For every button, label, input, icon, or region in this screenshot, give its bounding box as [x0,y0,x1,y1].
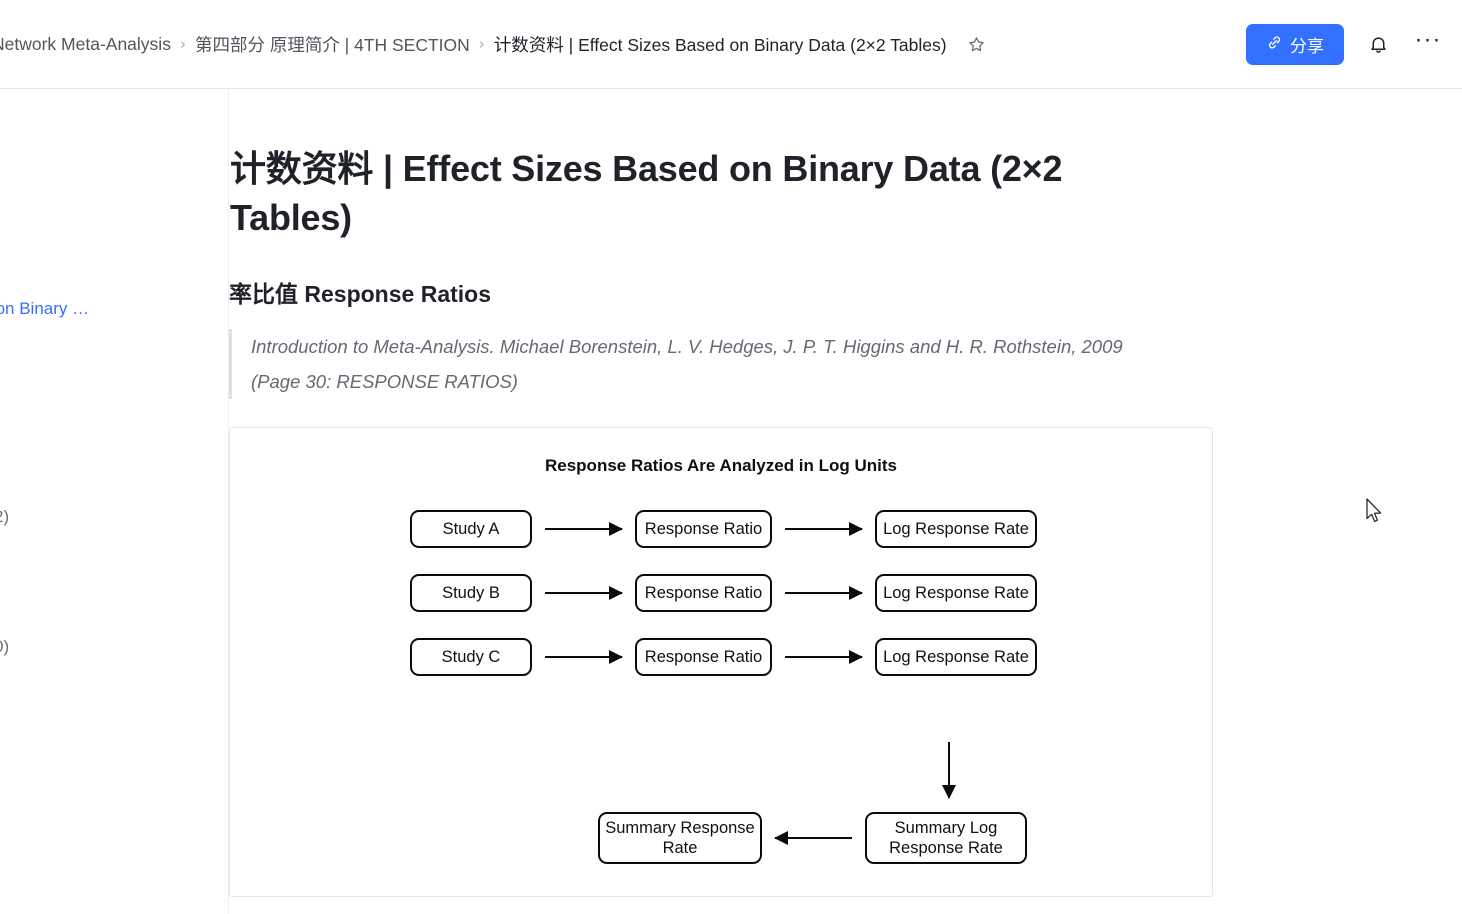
node-log-response-rate: Log Response Rate [875,510,1037,549]
flow-row: Study A Response Ratio Log Response Rate [230,510,1212,549]
sidebar-item-fragment[interactable]: 0) [0,637,9,657]
arrow-down-icon [942,742,956,800]
flow-row: Study B Response Ratio Log Response Rate [230,574,1212,613]
node-study: Study C [410,638,532,677]
node-log-response-rate: Log Response Rate [875,574,1037,613]
document-body: 计数资料 | Effect Sizes Based on Binary Data… [229,89,1462,898]
arrow-right-icon [545,586,623,601]
document-outline-sidebar[interactable]: ased on Binary … 2) 0) [0,89,229,914]
link-icon [1266,34,1283,56]
diagram-card[interactable]: Response Ratios Are Analyzed in Log Unit… [229,427,1213,898]
arrow-right-icon [545,522,623,537]
arrow-right-icon [785,586,863,601]
app-header: Network Meta-Analysis › 第四部分 原理简介 | 4TH … [0,0,1462,89]
section-heading: 率比值 Response Ratios [229,281,491,308]
node-response-ratio: Response Ratio [635,510,772,549]
node-response-ratio: Response Ratio [635,638,772,677]
share-button-label: 分享 [1290,37,1324,56]
citation-blockquote: Introduction to Meta-Analysis. Michael B… [229,329,1159,400]
share-button[interactable]: 分享 [1246,24,1344,65]
breadcrumb-item-current[interactable]: 计数资料 | Effect Sizes Based on Binary Data… [494,32,947,57]
node-study: Study A [410,510,532,549]
node-log-response-rate: Log Response Rate [875,638,1037,677]
sidebar-item-fragment[interactable]: 2) [0,507,9,527]
more-horizontal-icon[interactable]: ··· [1412,27,1444,61]
breadcrumb-item-root[interactable]: Network Meta-Analysis [0,34,171,55]
node-study: Study B [410,574,532,613]
page-title: 计数资料 | Effect Sizes Based on Binary Data… [230,148,1063,238]
star-outline-icon[interactable] [964,31,990,57]
sidebar-item-active[interactable]: ased on Binary … [0,299,89,319]
flow-row-summary: Summary Response Rate Summary Log Respon… [598,812,1027,865]
arrow-right-icon [785,650,863,665]
node-summary-log-response-rate: Summary Log Response Rate [865,812,1027,865]
document-content-area[interactable]: 计数资料 | Effect Sizes Based on Binary Data… [229,89,1462,914]
breadcrumb-separator-icon: › [478,35,485,53]
arrow-right-icon [545,650,623,665]
breadcrumb-item-section[interactable]: 第四部分 原理简介 | 4TH SECTION [195,32,470,57]
flow-row: Study C Response Ratio Log Response Rate [230,638,1212,677]
bell-icon[interactable] [1362,29,1394,61]
arrow-right-icon [785,522,863,537]
diagram-title: Response Ratios Are Analyzed in Log Unit… [544,456,898,476]
arrow-left-icon [774,831,852,846]
node-response-ratio: Response Ratio [635,574,772,613]
breadcrumb-separator-icon: › [179,35,186,53]
header-actions: 分享 ··· [1246,0,1444,89]
breadcrumb: Network Meta-Analysis › 第四部分 原理简介 | 4TH … [0,31,990,57]
node-summary-response-rate: Summary Response Rate [598,812,762,865]
